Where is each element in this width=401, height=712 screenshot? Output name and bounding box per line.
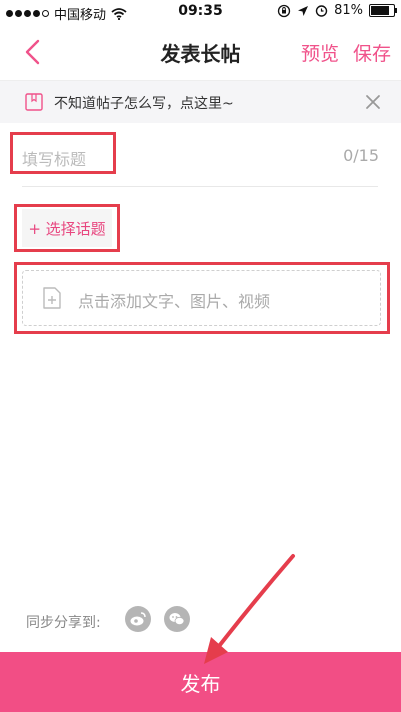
tip-text[interactable]: 不知道帖子怎么写，点这里~: [54, 93, 234, 113]
nav-actions: 预览 保存: [301, 39, 391, 66]
location-icon: [298, 5, 309, 16]
status-right: 81%: [277, 3, 397, 18]
rotation-lock-icon: [277, 4, 291, 17]
save-button[interactable]: 保存: [353, 39, 391, 66]
content-highlight-box: [14, 262, 390, 334]
alarm-icon: [315, 5, 328, 17]
weibo-icon[interactable]: [125, 606, 151, 632]
title-divider: [22, 186, 378, 187]
title-char-counter: 0/15: [343, 146, 379, 165]
bookmark-icon: [25, 93, 43, 111]
title-highlight-box: [10, 132, 116, 174]
wechat-icon[interactable]: [164, 606, 190, 632]
battery-icon: [369, 4, 397, 17]
status-bar: 中国移动 09:35 81%: [0, 0, 401, 24]
battery-percent: 81%: [334, 3, 363, 18]
preview-button[interactable]: 预览: [301, 39, 339, 66]
nav-bar: 发表长帖 预览 保存: [0, 24, 401, 81]
topic-highlight-box: [14, 204, 120, 252]
close-icon[interactable]: [363, 92, 383, 112]
publish-button[interactable]: 发布: [0, 652, 401, 712]
share-label: 同步分享到:: [26, 615, 101, 631]
tip-bar[interactable]: 不知道帖子怎么写，点这里~: [0, 81, 401, 123]
